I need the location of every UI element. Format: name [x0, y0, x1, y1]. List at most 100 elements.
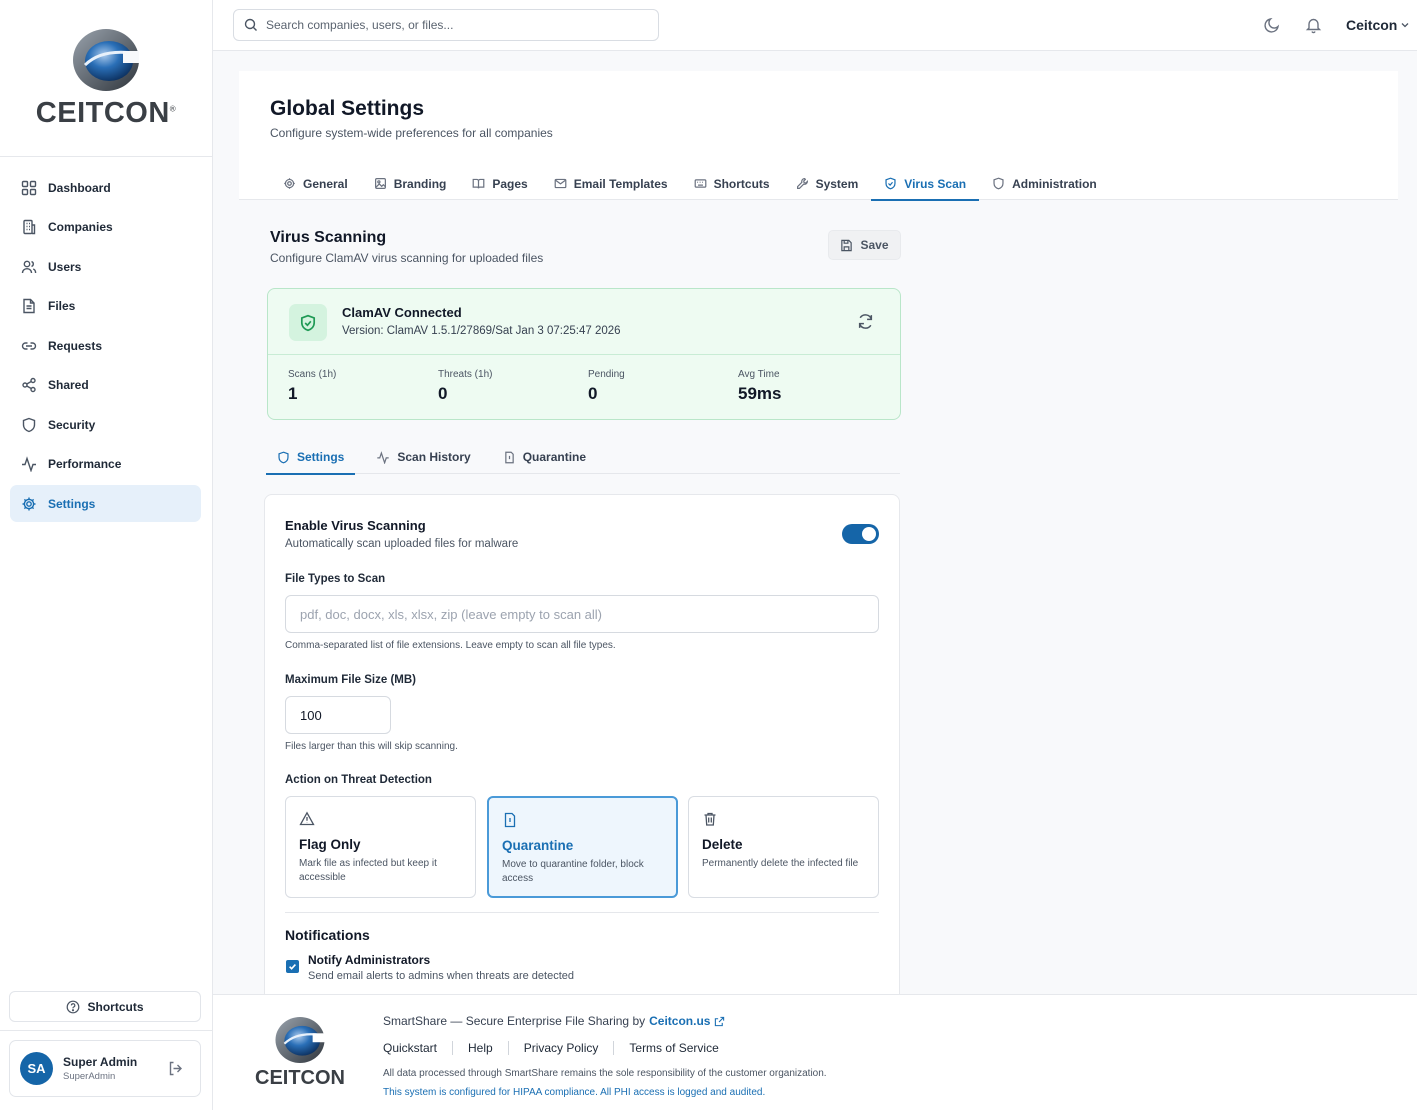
tab-virus-scan[interactable]: Virus Scan	[871, 167, 979, 201]
company-name: Ceitcon	[1346, 17, 1398, 33]
footer-wordmark: CEITCON	[255, 1067, 345, 1089]
footer: CEITCON SmartShare — Secure Enterprise F…	[213, 994, 1417, 1110]
topbar: Ceitcon	[213, 0, 1417, 51]
tab-administration[interactable]: Administration	[979, 167, 1110, 200]
tab-branding[interactable]: Branding	[361, 167, 460, 200]
sidebar-item-label: Users	[48, 259, 82, 274]
stat-pending: Pending 0	[588, 369, 738, 404]
shield-check-icon	[300, 314, 316, 331]
file-icon	[23, 298, 35, 314]
activity-icon	[22, 456, 36, 472]
company-switcher[interactable]: Ceitcon	[1346, 17, 1410, 33]
status-header: ClamAV Connected Version: ClamAV 1.5.1/2…	[268, 289, 900, 355]
user-card[interactable]: SA Super Admin SuperAdmin	[9, 1040, 201, 1097]
threat-action-label: Action on Threat Detection	[285, 774, 432, 786]
brand-wordmark: CEITCON®	[35, 96, 177, 129]
sidebar-item-security[interactable]: Security	[10, 406, 201, 443]
sidebar-item-label: Dashboard	[48, 180, 111, 195]
help-circle-icon	[67, 1000, 80, 1013]
warning-icon	[299, 811, 315, 826]
footer-disclaimer: All data processed through SmartShare re…	[383, 1068, 827, 1079]
notify-admins-checkbox[interactable]	[286, 960, 299, 973]
sidebar-item-files[interactable]: Files	[10, 288, 201, 325]
sidebar-item-users[interactable]: Users	[10, 248, 201, 285]
share-icon	[22, 377, 36, 393]
save-icon	[841, 239, 853, 251]
footer-link-quickstart[interactable]: Quickstart	[383, 1041, 437, 1055]
stat-value: 59ms	[738, 384, 782, 403]
tab-label: Shortcuts	[713, 176, 770, 191]
tab-label: Pages	[492, 176, 528, 191]
enable-scanning-toggle[interactable]	[842, 524, 879, 544]
save-button[interactable]: Save	[828, 230, 901, 260]
save-label: Save	[860, 238, 889, 252]
footer-link-privacy[interactable]: Privacy Policy	[524, 1041, 599, 1055]
footer-link-terms[interactable]: Terms of Service	[629, 1041, 718, 1055]
refresh-icon[interactable]	[857, 313, 874, 330]
tab-pages[interactable]: Pages	[459, 167, 540, 200]
sidebar-item-dashboard[interactable]: Dashboard	[10, 169, 201, 206]
moon-icon[interactable]	[1263, 16, 1281, 34]
shortcuts-button[interactable]: Shortcuts	[9, 991, 201, 1022]
mail-icon	[554, 178, 567, 189]
search-icon	[244, 18, 257, 31]
sidebar-item-companies[interactable]: Companies	[10, 209, 201, 246]
footer-hipaa-note: This system is configured for HIPAA comp…	[383, 1087, 766, 1098]
action-delete[interactable]: Delete Permanently delete the infected f…	[688, 796, 879, 898]
sidebar-item-label: Requests	[48, 338, 103, 353]
grid-icon	[21, 180, 37, 195]
max-size-input[interactable]	[285, 696, 391, 734]
keyboard-icon	[694, 179, 706, 188]
tab-email-templates[interactable]: Email Templates	[541, 167, 681, 200]
sidebar-nav: Dashboard Companies Users Files Requests…	[0, 157, 212, 522]
footer-link-help[interactable]: Help	[468, 1041, 493, 1055]
subtab-label: Settings	[297, 450, 345, 464]
user-role: SuperAdmin	[63, 1071, 116, 1082]
file-types-input[interactable]	[285, 595, 879, 633]
clamav-status-card: ClamAV Connected Version: ClamAV 1.5.1/2…	[267, 288, 901, 420]
page-subtitle: Configure system-wide preferences for al…	[270, 126, 553, 140]
brand-logo[interactable]: CEITCON®	[0, 0, 212, 157]
shield-check-icon	[885, 177, 896, 190]
file-types-help: Comma-separated list of file extensions.…	[285, 640, 616, 651]
action-title: Quarantine	[502, 838, 574, 853]
sidebar-item-requests[interactable]: Requests	[10, 327, 201, 364]
quarantine-icon	[504, 451, 514, 463]
search-box[interactable]	[233, 9, 659, 41]
notifications-title: Notifications	[285, 927, 370, 943]
logout-icon[interactable]	[167, 1060, 184, 1077]
subtab-quarantine[interactable]: Quarantine	[492, 440, 597, 474]
chevron-down-icon	[1401, 23, 1409, 28]
max-size-help: Files larger than this will skip scannin…	[285, 741, 458, 752]
stat-label: Pending	[588, 369, 625, 380]
action-flag-only[interactable]: Flag Only Mark file as infected but keep…	[285, 796, 476, 898]
tab-general[interactable]: General	[270, 167, 361, 200]
section-subtitle: Configure ClamAV virus scanning for uplo…	[270, 251, 544, 265]
tab-label: Virus Scan	[904, 176, 967, 191]
search-input[interactable]	[266, 18, 636, 32]
subtab-scan-history[interactable]: Scan History	[365, 440, 481, 474]
stat-avg-time: Avg Time 59ms	[738, 369, 888, 404]
book-icon	[472, 178, 485, 189]
activity-icon	[377, 450, 390, 464]
bell-icon[interactable]	[1305, 16, 1322, 34]
action-quarantine[interactable]: Quarantine Move to quarantine folder, bl…	[487, 796, 678, 898]
shortcuts-label: Shortcuts	[87, 999, 144, 1014]
stat-value: 0	[438, 384, 448, 403]
tab-system[interactable]: System	[783, 167, 872, 200]
sidebar-item-performance[interactable]: Performance	[10, 446, 201, 483]
sidebar-item-shared[interactable]: Shared	[10, 367, 201, 404]
avatar: SA	[20, 1052, 53, 1085]
external-link-icon	[715, 1016, 725, 1026]
check-icon	[289, 963, 296, 970]
brand-link[interactable]: Ceitcon.us	[649, 1014, 710, 1028]
status-version: Version: ClamAV 1.5.1/27869/Sat Jan 3 07…	[342, 325, 621, 337]
file-types-label: File Types to Scan	[285, 573, 386, 585]
sidebar-item-settings[interactable]: Settings	[10, 485, 201, 522]
wrench-icon	[796, 178, 808, 189]
action-desc: Permanently delete the infected file	[702, 858, 859, 869]
sidebar-item-label: Companies	[48, 220, 113, 234]
tab-shortcuts[interactable]: Shortcuts	[681, 167, 783, 200]
gear-icon	[284, 178, 295, 189]
subtab-settings[interactable]: Settings	[266, 440, 356, 475]
